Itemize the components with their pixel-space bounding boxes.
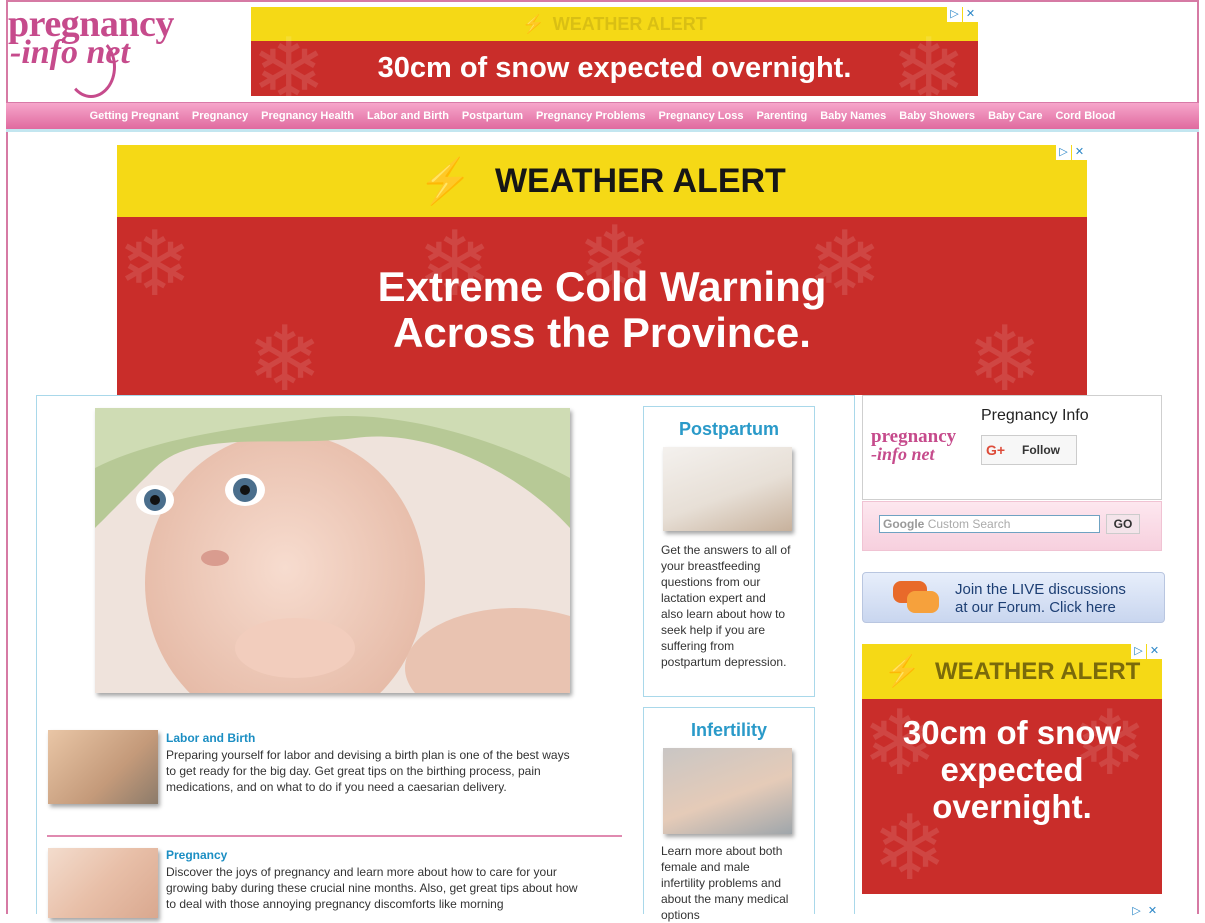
banner-ad[interactable]: ⚡ WEATHER ALERT ❄ ❄ ❄ ❄ ❄ ❄ Extreme Cold… xyxy=(117,145,1087,395)
box-text: Get the answers to all of your breastfee… xyxy=(661,543,791,669)
ad-controls[interactable]: ▷ ✕ xyxy=(946,7,978,22)
ad-controls[interactable]: ▷ ✕ xyxy=(1130,644,1162,659)
site-logo[interactable]: pregnancy -info net xyxy=(8,2,183,100)
adchoices-icon[interactable]: ▷ xyxy=(1129,904,1144,919)
postpartum-box: Postpartum Get the answers to all of you… xyxy=(643,406,815,697)
nav-link-getting-pregnant[interactable]: Getting Pregnant xyxy=(90,110,179,122)
bolt-icon: ⚡ xyxy=(883,655,922,688)
nav-link-parenting[interactable]: Parenting xyxy=(756,110,807,122)
search-input[interactable]: Google Custom Search xyxy=(879,515,1100,533)
box-title[interactable]: Infertility xyxy=(644,720,814,741)
side-ad-band: ⚡ WEATHER ALERT xyxy=(862,644,1162,699)
gplus-icon: G+ xyxy=(986,442,1006,458)
bolt-icon: ⚡ xyxy=(418,157,473,206)
side-ad-message: 30cm of snow expected overnight. xyxy=(902,714,1122,825)
infertility-box: Infertility Learn more about both female… xyxy=(643,707,815,922)
top-ad-band: ⚡ WEATHER ALERT xyxy=(251,7,978,41)
top-ad-message: 30cm of snow expected overnight. xyxy=(377,52,852,84)
side-ad[interactable]: ⚡ WEATHER ALERT ❄ ❄ ❄ 30cm of snow expec… xyxy=(862,644,1162,894)
logo-swirl xyxy=(66,36,116,98)
nav-link-baby-names[interactable]: Baby Names xyxy=(820,110,886,122)
entry-thumbnail[interactable] xyxy=(48,730,158,804)
box-title[interactable]: Postpartum xyxy=(644,419,814,440)
nav-link-labor-and-birth[interactable]: Labor and Birth xyxy=(367,110,449,122)
gplus-name[interactable]: Pregnancy Info xyxy=(981,407,1089,425)
entry-title[interactable]: Labor and Birth xyxy=(166,731,255,745)
adchoices-icon[interactable]: ▷ xyxy=(947,7,962,22)
search-widget: Google Custom Search GO xyxy=(862,501,1162,551)
infertility-photo[interactable] xyxy=(663,748,792,834)
gplus-logo[interactable]: pregnancy -info net xyxy=(871,426,971,465)
adchoices-icon[interactable]: ▷ xyxy=(1131,644,1146,659)
nav-link-baby-showers[interactable]: Baby Showers xyxy=(899,110,975,122)
entry-text: Preparing yourself for labor and devisin… xyxy=(166,748,570,794)
banner-ad-line-1: Extreme Cold Warning xyxy=(377,263,827,310)
gplus-widget: pregnancy -info net Pregnancy Info G+ Fo… xyxy=(862,395,1162,500)
hero-baby-photo[interactable] xyxy=(95,408,570,693)
bolt-icon: ⚡ xyxy=(522,13,545,34)
banner-ad-band: ⚡ WEATHER ALERT xyxy=(117,145,1087,217)
nav-link-pregnancy-loss[interactable]: Pregnancy Loss xyxy=(658,110,743,122)
nav-link-baby-care[interactable]: Baby Care xyxy=(988,110,1042,122)
follow-button[interactable]: G+ Follow xyxy=(981,435,1077,465)
close-icon[interactable]: ✕ xyxy=(963,7,978,22)
divider xyxy=(47,835,622,837)
postpartum-photo[interactable] xyxy=(663,447,792,531)
main-nav: Getting Pregnant Pregnancy Pregnancy Healt… xyxy=(6,102,1199,132)
entry-thumbnail[interactable] xyxy=(48,848,158,918)
chat-bubbles-icon-2 xyxy=(907,591,939,613)
search-go-button[interactable]: GO xyxy=(1106,514,1140,534)
ad-controls[interactable]: ▷ ✕ xyxy=(1128,904,1160,919)
close-icon[interactable]: ✕ xyxy=(1145,904,1160,919)
banner-ad-line-2: Across the Province. xyxy=(393,309,811,356)
box-text: Learn more about both female and male in… xyxy=(661,844,789,922)
forum-line-1: Join the LIVE discussions xyxy=(955,581,1126,598)
nav-link-pregnancy-problems[interactable]: Pregnancy Problems xyxy=(536,110,645,122)
ad-controls[interactable]: ▷ ✕ xyxy=(1055,145,1087,160)
nav-link-pregnancy[interactable]: Pregnancy xyxy=(192,110,248,122)
close-icon[interactable]: ✕ xyxy=(1147,644,1162,659)
close-icon[interactable]: ✕ xyxy=(1072,145,1087,160)
baby-photo-illustration xyxy=(95,408,570,693)
top-ad[interactable]: ⚡ WEATHER ALERT ❄ ❄ 30cm of snow expecte… xyxy=(251,7,978,96)
nav-link-cord-blood[interactable]: Cord Blood xyxy=(1055,110,1115,122)
entry-title[interactable]: Pregnancy xyxy=(166,848,227,862)
entry-text: Discover the joys of pregnancy and learn… xyxy=(166,865,578,911)
adchoices-icon[interactable]: ▷ xyxy=(1056,145,1071,160)
forum-banner[interactable]: Join the LIVE discussions at our Forum. … xyxy=(862,572,1165,623)
forum-line-2: at our Forum. Click here xyxy=(955,599,1116,616)
nav-link-postpartum[interactable]: Postpartum xyxy=(462,110,523,122)
nav-link-pregnancy-health[interactable]: Pregnancy Health xyxy=(261,110,354,122)
